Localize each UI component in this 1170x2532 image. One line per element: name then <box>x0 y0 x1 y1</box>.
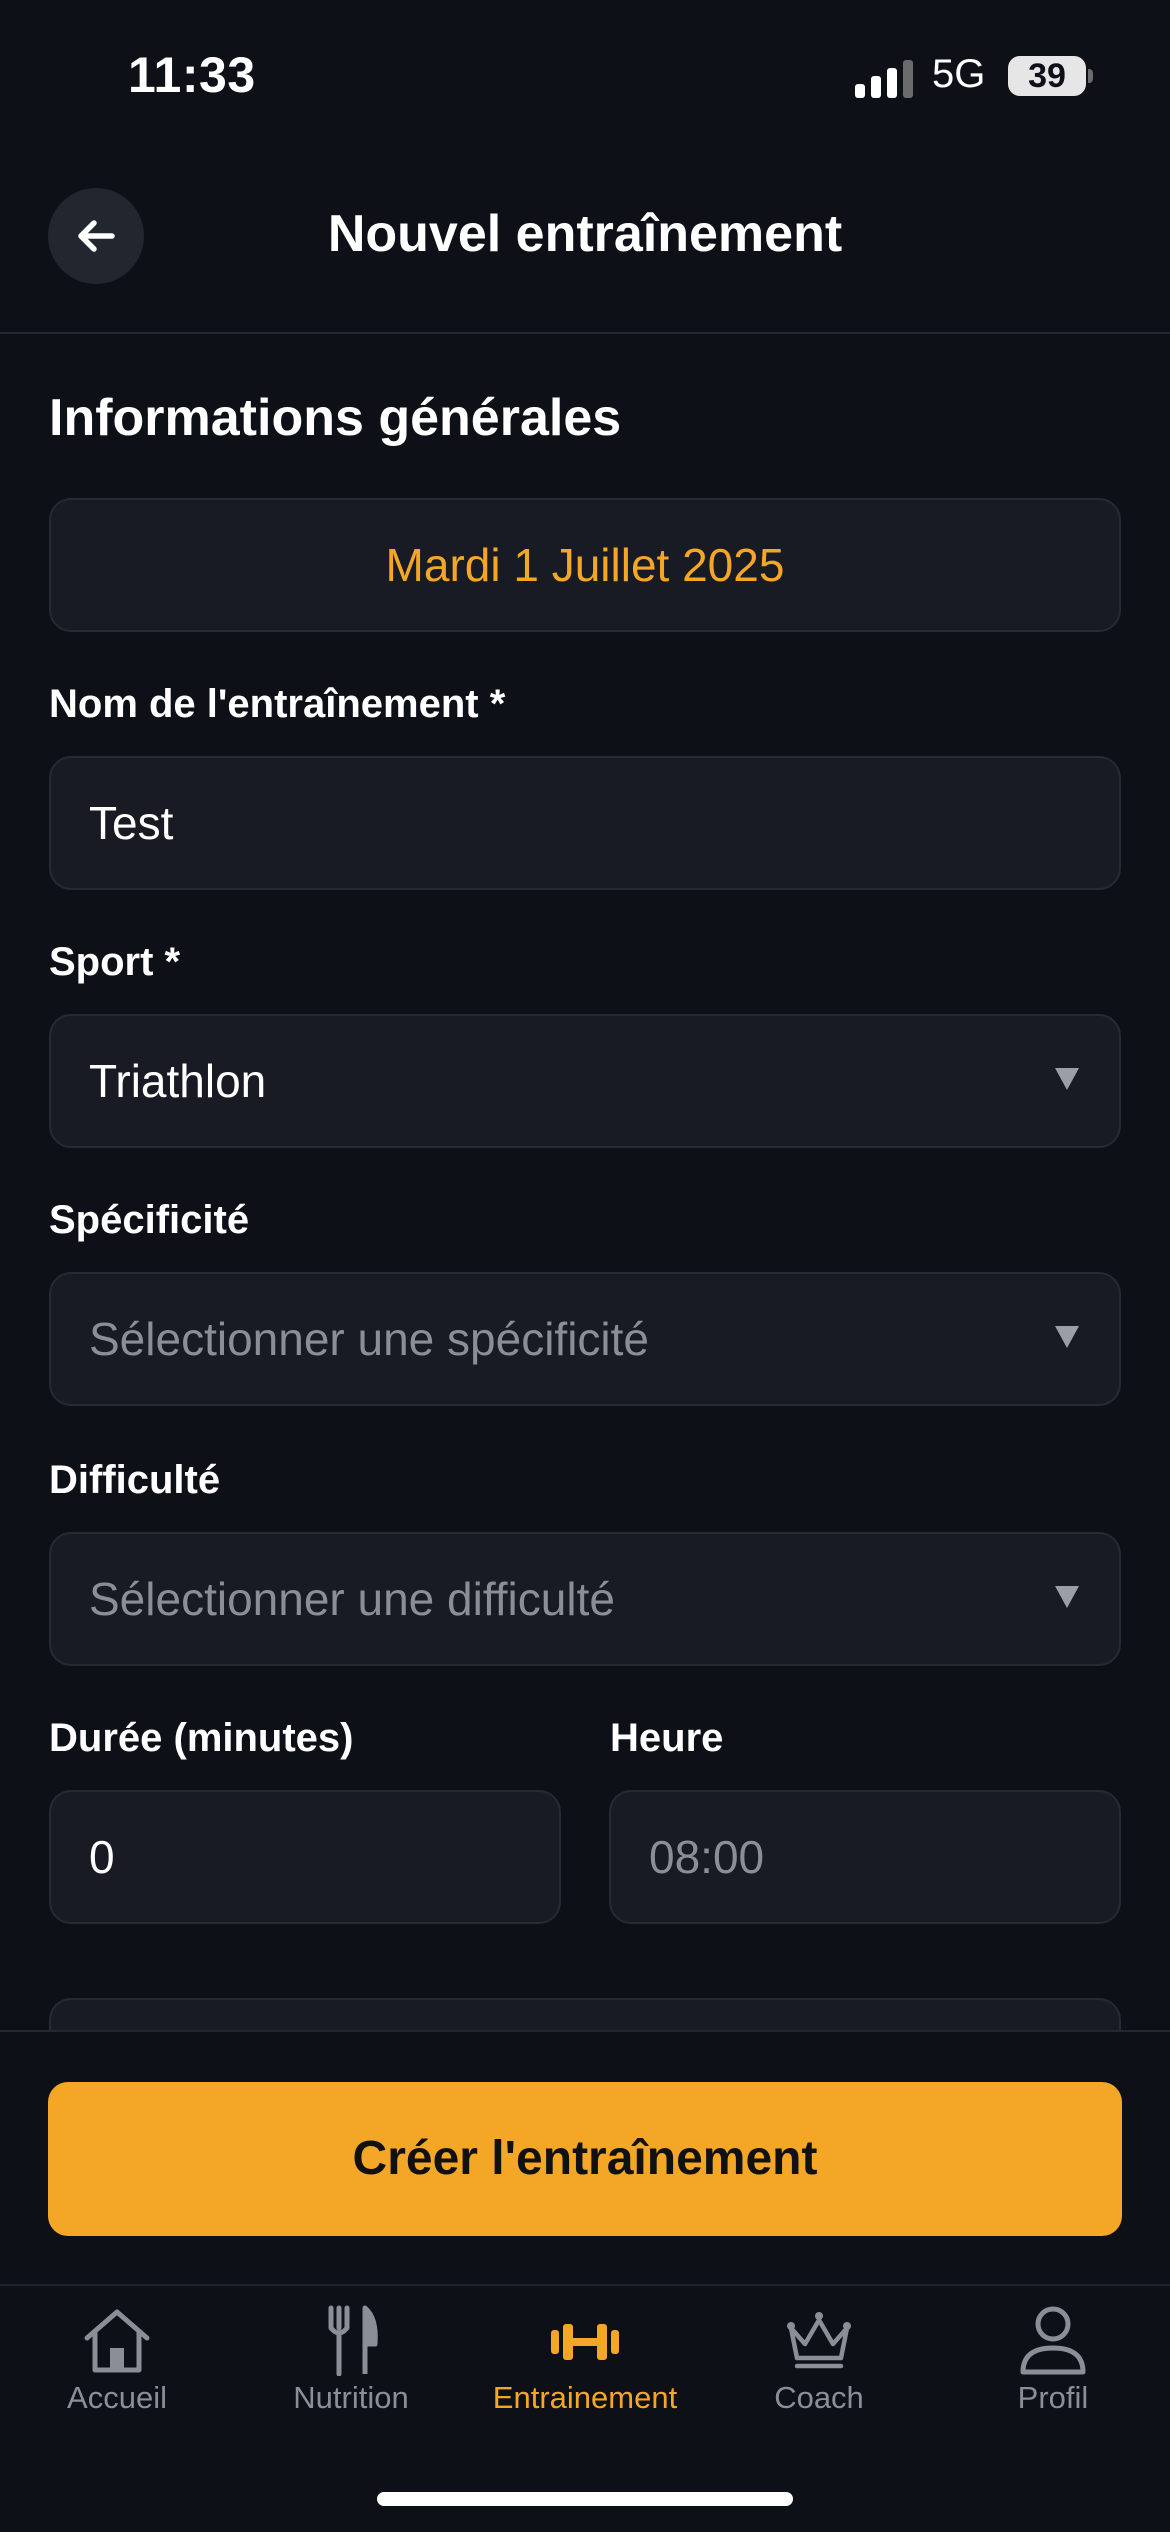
create-workout-button[interactable]: Créer l'entraînement <box>48 2082 1122 2236</box>
status-time: 11:33 <box>128 47 256 103</box>
battery-tip <box>1088 69 1093 83</box>
specificity-label: Spécificité <box>49 1198 250 1242</box>
dumbbell-icon <box>551 2324 619 2360</box>
time-placeholder: 08:00 <box>649 1831 765 1883</box>
chevron-down-icon <box>1055 1068 1079 1090</box>
tab-nutrition[interactable]: Nutrition <box>234 2304 468 2444</box>
date-selector[interactable]: Mardi 1 Juillet 2025 <box>49 498 1121 632</box>
network-type: 5G <box>932 52 986 96</box>
name-input[interactable]: Test <box>49 756 1121 890</box>
tab-entrainement[interactable]: Entrainement <box>468 2304 702 2444</box>
duration-label: Durée (minutes) <box>49 1716 354 1760</box>
next-field[interactable] <box>49 1998 1121 2030</box>
specificity-select[interactable]: Sélectionner une spécificité <box>49 1272 1121 1406</box>
section-title: Informations générales <box>49 389 622 447</box>
sport-label: Sport * <box>49 940 181 984</box>
status-bar: 11:33 5G 39 <box>0 0 1170 150</box>
tab-label: Entrainement <box>492 2380 678 2415</box>
sport-value: Triathlon <box>89 1055 267 1107</box>
specificity-placeholder: Sélectionner une spécificité <box>89 1313 649 1365</box>
tab-profil[interactable]: Profil <box>936 2304 1170 2444</box>
difficulty-placeholder: Sélectionner une difficulté <box>89 1573 615 1625</box>
user-icon <box>1020 2306 1086 2375</box>
tab-accueil[interactable]: Accueil <box>0 2304 234 2444</box>
date-value: Mardi 1 Juillet 2025 <box>385 539 785 591</box>
tab-label: Coach <box>774 2380 864 2415</box>
tab-label: Profil <box>1017 2380 1089 2415</box>
workout-form: Informations générales Mardi 1 Juillet 2… <box>0 336 1170 2030</box>
time-label: Heure <box>610 1716 724 1760</box>
header: Nouvel entraînement <box>0 150 1170 334</box>
chevron-down-icon <box>1055 1586 1079 1608</box>
tab-label: Nutrition <box>293 2380 409 2415</box>
crown-icon <box>787 2312 851 2369</box>
difficulty-label: Difficulté <box>49 1458 221 1502</box>
name-value: Test <box>89 797 174 849</box>
tab-coach[interactable]: Coach <box>702 2304 936 2444</box>
battery-icon: 39 <box>1008 56 1086 96</box>
duration-input[interactable]: 0 <box>49 1790 561 1924</box>
name-label: Nom de l'entraînement * <box>49 682 506 726</box>
signal-icon <box>855 58 915 98</box>
sport-select[interactable]: Triathlon <box>49 1014 1121 1148</box>
home-indicator <box>377 2492 793 2506</box>
fork-knife-icon <box>328 2305 378 2376</box>
tab-label: Accueil <box>67 2380 167 2415</box>
duration-value: 0 <box>89 1831 115 1883</box>
time-input[interactable]: 08:00 <box>609 1790 1121 1924</box>
difficulty-select[interactable]: Sélectionner une difficulté <box>49 1532 1121 1666</box>
page-title: Nouvel entraînement <box>327 205 843 263</box>
action-bar: Créer l'entraînement <box>0 2030 1170 2284</box>
chevron-down-icon <box>1055 1326 1079 1348</box>
home-icon <box>84 2309 150 2373</box>
